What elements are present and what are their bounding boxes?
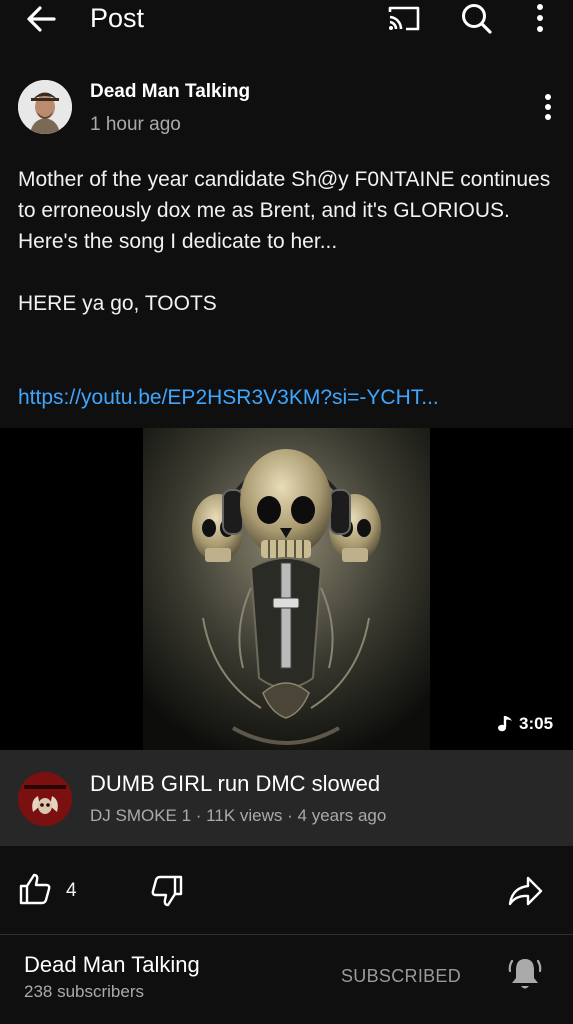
subscriber-count: 238 subscribers: [24, 982, 145, 1001]
post-link[interactable]: https://youtu.be/EP2HSR3V3KM?si=-YCHT...: [18, 384, 439, 412]
search-icon[interactable]: [459, 2, 495, 34]
skull-artwork-image: [143, 428, 430, 750]
post-timestamp: 1 hour ago: [90, 114, 181, 135]
more-vert-icon[interactable]: [528, 2, 552, 34]
thumbs-down-icon[interactable]: [150, 874, 184, 908]
like-count: 4: [66, 880, 77, 901]
bell-icon[interactable]: [507, 955, 543, 993]
cast-icon[interactable]: [386, 4, 422, 32]
video-channel-avatar[interactable]: [18, 772, 72, 826]
video-thumbnail[interactable]: 3:05: [0, 428, 573, 750]
post-author-header: Dead Man Talking 1 hour ago: [18, 78, 558, 138]
music-note-icon: [498, 716, 512, 732]
video-meta: DJ SMOKE 1 · 11K views · 4 years ago: [90, 806, 387, 825]
duration-text: 3:05: [519, 714, 554, 733]
share-icon[interactable]: [507, 874, 543, 908]
page-title: Post: [90, 3, 145, 33]
arrow-left-icon[interactable]: [24, 4, 60, 34]
post-actions-bar: 4: [0, 846, 573, 934]
channel-name[interactable]: Dead Man Talking: [24, 951, 200, 979]
post-body-text: Mother of the year candidate Sh@y F0NTAI…: [18, 168, 551, 315]
subscribed-button[interactable]: SUBSCRIBED: [341, 965, 461, 987]
author-name[interactable]: Dead Man Talking: [90, 80, 250, 104]
video-title[interactable]: DUMB GIRL run DMC slowed: [90, 770, 380, 798]
thumbs-up-icon[interactable]: [18, 872, 52, 906]
duration-badge: 3:05: [485, 709, 561, 739]
channel-footer: Dead Man Talking 238 subscribers SUBSCRI…: [0, 935, 573, 1024]
top-app-bar: Post: [0, 0, 573, 48]
avatar[interactable]: [18, 80, 72, 134]
post-more-icon[interactable]: [538, 92, 558, 122]
video-info-card[interactable]: DUMB GIRL run DMC slowed DJ SMOKE 1 · 11…: [0, 750, 573, 846]
